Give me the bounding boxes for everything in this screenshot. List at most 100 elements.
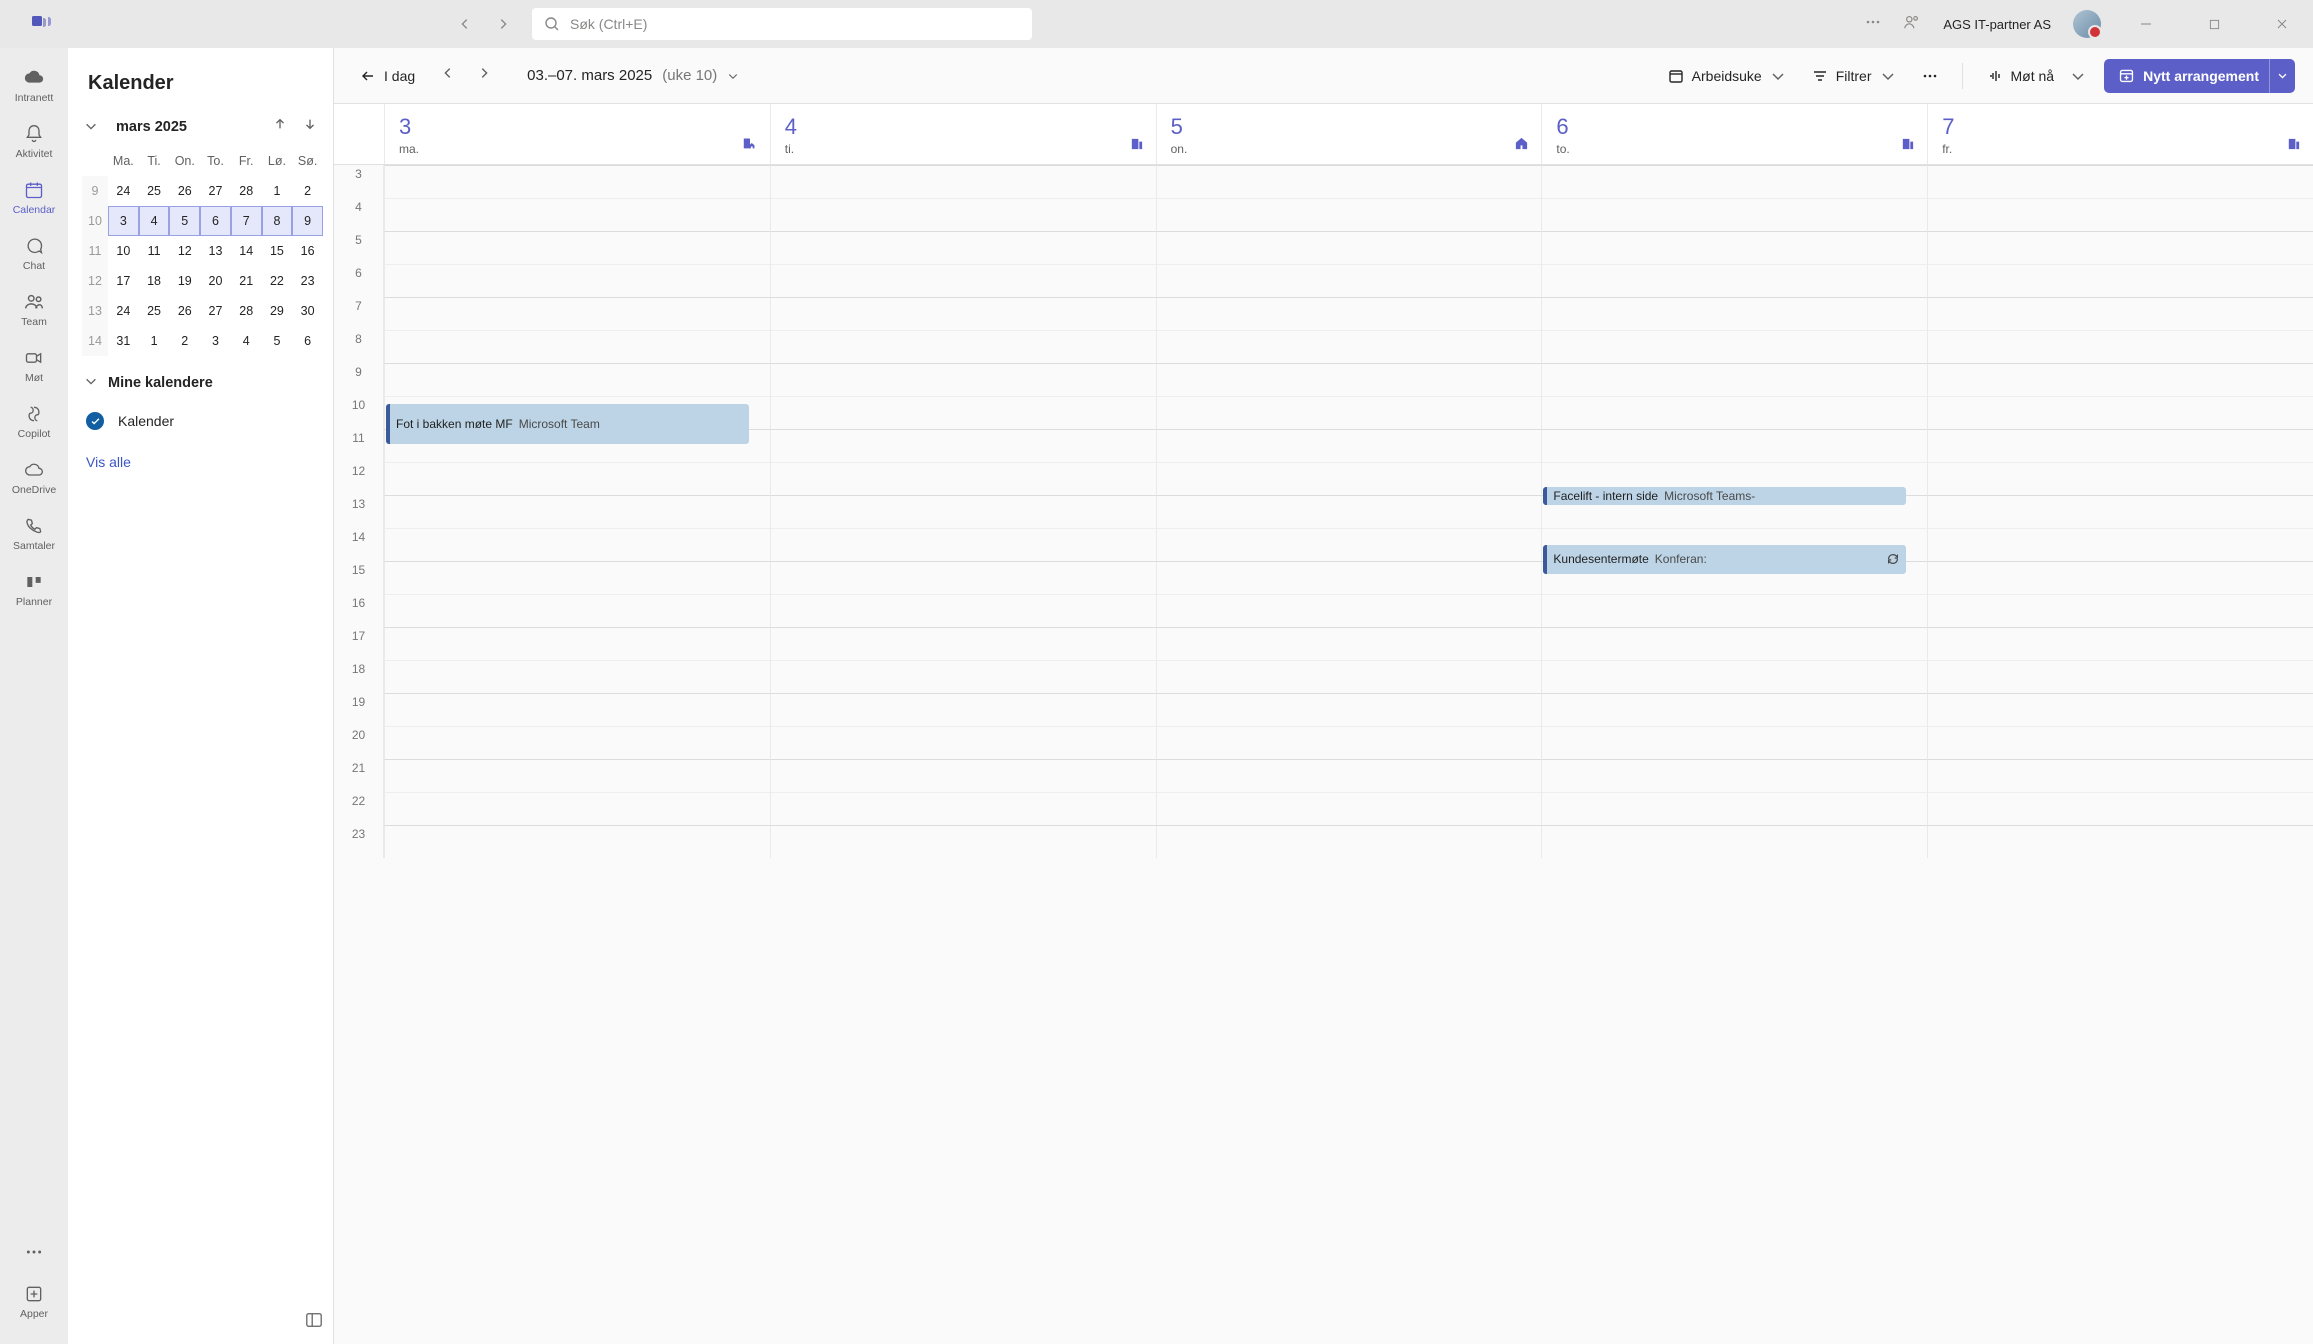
window-close-icon[interactable] [2259,8,2305,40]
calendar-cell[interactable] [384,231,770,264]
minical-prev-icon[interactable] [273,117,287,136]
day-header[interactable]: 3ma. [384,104,770,164]
rail-item-planner[interactable]: Planner [0,562,68,618]
calendar-cell[interactable] [1927,561,2313,594]
minical-day[interactable]: 18 [139,266,170,296]
calendar-cell[interactable] [1156,792,1542,825]
minical-day[interactable]: 15 [262,236,293,266]
calendar-cell[interactable] [384,528,770,561]
calendar-cell[interactable] [1927,528,2313,561]
minical-day[interactable]: 3 [108,206,139,236]
more-icon[interactable] [1865,14,1881,35]
calendar-cell[interactable] [384,627,770,660]
calendar-cell[interactable] [1541,726,1927,759]
calendar-event[interactable]: Fot i bakken møte MFMicrosoft Team [386,404,749,443]
calendar-cell[interactable] [384,792,770,825]
calendar-cell[interactable] [770,759,1156,792]
calendar-cell[interactable] [1156,396,1542,429]
minical-day[interactable]: 31 [108,326,139,356]
calendar-cell[interactable] [770,726,1156,759]
calendar-cell[interactable] [1927,627,2313,660]
new-event-button[interactable]: Nytt arrangement [2104,59,2273,93]
calendar-cell[interactable] [770,693,1156,726]
calendar-cell[interactable] [1156,528,1542,561]
calendar-cell[interactable] [1541,660,1927,693]
calendar-cell[interactable] [1156,429,1542,462]
minical-day[interactable]: 9 [292,206,323,236]
minical-day[interactable]: 2 [169,326,200,356]
calendar-cell[interactable] [384,264,770,297]
calendar-cell[interactable] [1156,627,1542,660]
calendar-cell[interactable] [1927,396,2313,429]
calendar-cell[interactable] [770,396,1156,429]
calendar-cell[interactable] [1927,792,2313,825]
calendar-cell[interactable] [1927,165,2313,198]
minical-day[interactable]: 11 [139,236,170,266]
calendar-cell[interactable] [1541,693,1927,726]
minical-day[interactable]: 8 [262,206,293,236]
calendar-list-item[interactable]: Kalender [84,406,317,444]
minical-day[interactable]: 4 [231,326,262,356]
prev-week-icon[interactable] [441,66,455,85]
calendar-cell[interactable] [1541,627,1927,660]
minical-day[interactable]: 29 [262,296,293,326]
calendar-cell[interactable] [1156,825,1542,858]
calendar-cell[interactable] [1541,759,1927,792]
calendar-cell[interactable] [1927,297,2313,330]
meet-now-dropdown[interactable]: Møt nå [1979,62,2095,90]
calendar-event[interactable]: Facelift - intern sideMicrosoft Teams- [1543,487,1906,505]
location-building-home-icon[interactable] [742,135,758,156]
minical-day[interactable]: 25 [139,296,170,326]
rail-item-onedrive[interactable]: OneDrive [0,450,68,506]
calendar-cell[interactable] [770,594,1156,627]
window-minimize-icon[interactable] [2123,8,2169,40]
calendar-cell[interactable] [1927,495,2313,528]
search-input[interactable]: Søk (Ctrl+E) [532,8,1032,40]
minical-collapse-icon[interactable] [84,119,100,135]
people-icon[interactable] [1903,13,1921,36]
location-home-icon[interactable] [1514,136,1529,156]
calendar-cell[interactable] [384,726,770,759]
minical-day[interactable]: 2 [292,176,323,206]
calendar-cell[interactable] [770,429,1156,462]
calendar-cell[interactable] [770,297,1156,330]
calendar-cell[interactable] [384,660,770,693]
calendar-cell[interactable] [384,825,770,858]
calendar-cell[interactable] [384,297,770,330]
window-maximize-icon[interactable] [2191,8,2237,40]
calendar-cell[interactable] [770,660,1156,693]
calendar-cell[interactable] [1927,693,2313,726]
minical-day[interactable]: 6 [200,206,231,236]
calendar-cell[interactable] [1156,693,1542,726]
calendar-cell[interactable] [770,231,1156,264]
calendar-cell[interactable] [1541,231,1927,264]
calendar-cell[interactable] [1541,198,1927,231]
calendar-cell[interactable] [1927,660,2313,693]
rail-more-icon[interactable] [22,1240,46,1264]
calendar-cell[interactable] [770,792,1156,825]
minical-day[interactable]: 25 [139,176,170,206]
calendar-cell[interactable] [384,198,770,231]
calendar-cell[interactable] [1156,297,1542,330]
calendar-cell[interactable] [1541,594,1927,627]
minical-day[interactable]: 1 [262,176,293,206]
calendar-cell[interactable] [384,759,770,792]
day-header[interactable]: 7fr. [1927,104,2313,164]
calendar-cell[interactable] [1541,264,1927,297]
calendar-cell[interactable] [1927,198,2313,231]
history-back-icon[interactable] [456,15,474,33]
minical-day[interactable]: 27 [200,296,231,326]
calendar-cell[interactable] [1156,594,1542,627]
calendar-cell[interactable] [1156,726,1542,759]
calendar-cell[interactable] [1541,297,1927,330]
calendar-cell[interactable] [1927,264,2313,297]
calendar-cell[interactable] [770,825,1156,858]
calendar-cell[interactable] [770,330,1156,363]
location-building-icon[interactable] [1129,136,1144,156]
minical-day[interactable]: 13 [200,236,231,266]
calendar-cell[interactable] [1156,561,1542,594]
calendar-cell[interactable] [770,462,1156,495]
calendar-cell[interactable] [1541,165,1927,198]
calendar-cell[interactable] [384,462,770,495]
minical-day[interactable]: 17 [108,266,139,296]
